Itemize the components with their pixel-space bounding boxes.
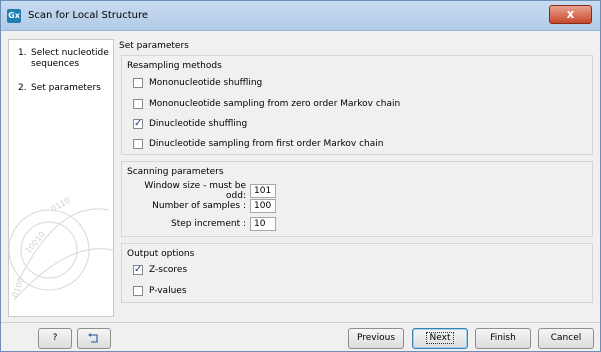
option-label: Mononucleotide sampling from zero order … bbox=[149, 99, 401, 109]
option-mononucleotide-sampling[interactable]: Mononucleotide sampling from zero order … bbox=[133, 99, 400, 109]
step-increment-label: Step increment : bbox=[171, 219, 246, 229]
binary-helix-watermark: 0110 10010 0100 bbox=[9, 196, 113, 301]
scanning-parameters-group: Scanning parameters Window size - must b… bbox=[121, 161, 593, 237]
footer-separator bbox=[1, 322, 600, 323]
step-number: 1. bbox=[18, 48, 27, 58]
option-z-scores[interactable]: Z-scores bbox=[133, 264, 188, 275]
section-title: Set parameters bbox=[119, 41, 189, 51]
output-options-group: Output options Z-scores P-values bbox=[121, 243, 593, 303]
window-size-row: Window size - must be odd: 101 bbox=[126, 181, 276, 201]
step-increment-row: Step increment : 10 bbox=[126, 217, 276, 231]
option-p-values[interactable]: P-values bbox=[133, 286, 187, 296]
samples-input[interactable]: 100 bbox=[250, 199, 276, 213]
option-label: Z-scores bbox=[149, 265, 188, 275]
title-bar[interactable]: Gx Scan for Local Structure x bbox=[1, 1, 600, 31]
svg-text:0110: 0110 bbox=[50, 196, 72, 214]
window-size-label: Window size - must be odd: bbox=[144, 181, 246, 201]
checkbox[interactable] bbox=[133, 99, 143, 109]
window-title: Scan for Local Structure bbox=[28, 10, 149, 21]
step-label: Set parameters bbox=[31, 83, 101, 93]
group-title: Output options bbox=[127, 249, 195, 259]
resampling-methods-group: Resampling methods Mononucleotide shuffl… bbox=[121, 55, 593, 155]
parameters-panel: Set parameters Resampling methods Mononu… bbox=[116, 39, 596, 317]
help-button[interactable]: ? bbox=[38, 328, 72, 349]
window-size-input[interactable]: 101 bbox=[250, 184, 276, 198]
step-increment-input[interactable]: 10 bbox=[250, 217, 276, 231]
samples-row: Number of samples : 100 bbox=[126, 199, 276, 213]
option-label: P-values bbox=[149, 286, 187, 296]
step-label: Select nucleotide sequences bbox=[31, 48, 109, 69]
step-number: 2. bbox=[18, 83, 27, 93]
previous-button[interactable]: Previous bbox=[348, 328, 404, 349]
option-mononucleotide-shuffling[interactable]: Mononucleotide shuffling bbox=[133, 78, 262, 88]
app-icon: Gx bbox=[7, 9, 21, 23]
option-dinucleotide-shuffling[interactable]: Dinucleotide shuffling bbox=[133, 118, 248, 129]
option-dinucleotide-sampling[interactable]: Dinucleotide sampling from first order M… bbox=[133, 139, 383, 149]
next-button-label: Next bbox=[425, 332, 455, 344]
group-title: Scanning parameters bbox=[127, 167, 224, 177]
option-label: Dinucleotide sampling from first order M… bbox=[149, 139, 384, 149]
svg-text:0100: 0100 bbox=[10, 276, 25, 298]
reset-button[interactable] bbox=[77, 328, 111, 349]
cancel-button[interactable]: Cancel bbox=[538, 328, 594, 349]
samples-label: Number of samples : bbox=[152, 201, 246, 211]
next-button[interactable]: Next bbox=[412, 328, 468, 349]
checkbox-checked[interactable] bbox=[133, 264, 143, 275]
option-label: Dinucleotide shuffling bbox=[149, 119, 248, 129]
checkbox[interactable] bbox=[133, 78, 143, 88]
reset-arrow-icon bbox=[88, 333, 98, 343]
option-label: Mononucleotide shuffling bbox=[149, 78, 263, 88]
checkbox-checked[interactable] bbox=[133, 118, 143, 129]
dialog-window: Gx Scan for Local Structure x 1. Select … bbox=[0, 0, 601, 352]
checkbox[interactable] bbox=[133, 286, 143, 296]
finish-button[interactable]: Finish bbox=[475, 328, 531, 349]
wizard-steps-panel: 1. Select nucleotide sequences 2. Set pa… bbox=[8, 39, 114, 317]
close-button[interactable]: x bbox=[549, 5, 592, 24]
checkbox[interactable] bbox=[133, 139, 143, 149]
group-title: Resampling methods bbox=[127, 61, 222, 71]
